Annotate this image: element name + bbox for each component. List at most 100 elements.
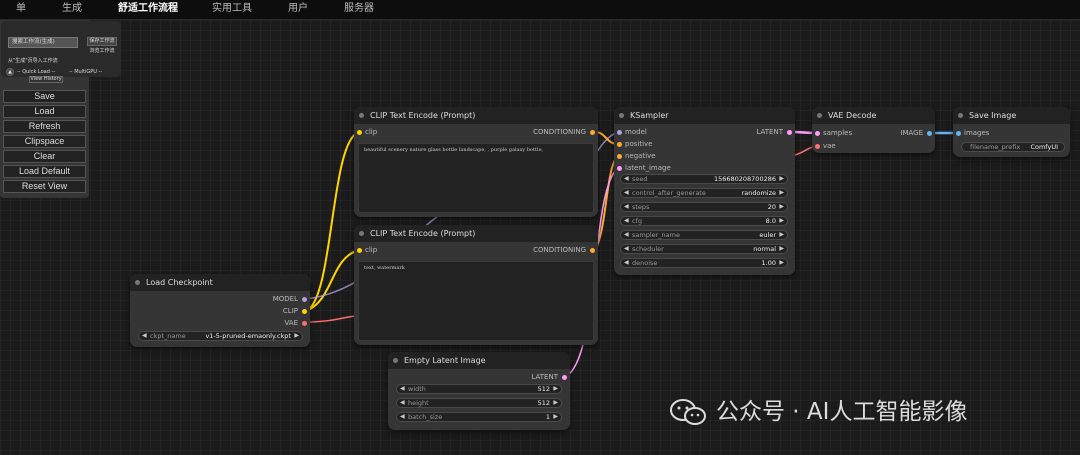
load-button[interactable]: Load xyxy=(3,105,86,118)
arrow-right-icon[interactable]: ▶ xyxy=(553,385,558,393)
node-title[interactable]: KSampler xyxy=(614,107,795,124)
arrow-left-icon[interactable]: ◀ xyxy=(624,259,629,267)
node-clip-text-encode-negative[interactable]: CLIP Text Encode (Prompt) clip CONDITION… xyxy=(354,225,598,345)
output-slot-dot-icon[interactable] xyxy=(302,321,307,326)
node-ksampler[interactable]: KSampler model positive negative latent_… xyxy=(614,107,795,275)
refresh-button[interactable]: Refresh xyxy=(3,120,86,133)
view-history-button[interactable]: View History xyxy=(29,76,63,83)
wechat-icon xyxy=(670,399,706,425)
arrow-left-icon[interactable]: ◀ xyxy=(624,189,629,197)
widget-batch-size[interactable]: ◀ batch_size 1 ▶ xyxy=(396,412,562,422)
clear-button[interactable]: Clear xyxy=(3,150,86,163)
widget-width[interactable]: ◀ width 512 ▶ xyxy=(396,384,562,394)
multigpu-select[interactable]: -- MultiGPU -- xyxy=(69,69,102,76)
arrow-left-icon[interactable]: ◀ xyxy=(624,245,629,253)
widget-height[interactable]: ◀ height 512 ▶ xyxy=(396,398,562,408)
widget-steps[interactable]: ◀ steps 20 ▶ xyxy=(620,202,788,212)
node-title[interactable]: Save Image xyxy=(953,107,1070,124)
widget-denoise[interactable]: ◀ denoise 1.00 ▶ xyxy=(620,258,788,268)
widget-value: euler xyxy=(759,231,776,239)
arrow-right-icon[interactable]: ▶ xyxy=(779,203,784,211)
widget-name: scheduler xyxy=(632,245,664,253)
collapse-dot-icon[interactable] xyxy=(393,358,398,363)
arrow-left-icon[interactable]: ◀ xyxy=(624,203,629,211)
workflow-panel: 搜索工作流(生成) 保存工作流 浏览工作流 从"生成"页导入工作流 ▲ -- Q… xyxy=(1,21,121,83)
output-slot-dot-icon[interactable] xyxy=(590,130,595,135)
input-slot-dot-icon[interactable] xyxy=(815,131,820,136)
widget-value: randomize xyxy=(741,189,776,197)
clipspace-button[interactable]: Clipspace xyxy=(3,135,86,148)
widget-ckpt-name[interactable]: ◀ ckpt_name v1-5-pruned-emaonly.ckpt ▶ xyxy=(138,331,303,341)
arrow-left-icon[interactable]: ◀ xyxy=(142,332,147,340)
arrow-left-icon[interactable]: ◀ xyxy=(400,385,405,393)
node-vae-decode[interactable]: VAE Decode samples vae IMAGE xyxy=(812,107,935,153)
output-slot-dot-icon[interactable] xyxy=(562,375,567,380)
arrow-right-icon[interactable]: ▶ xyxy=(553,413,558,421)
collapse-dot-icon[interactable] xyxy=(958,113,963,118)
widget-cfg[interactable]: ◀ cfg 8.0 ▶ xyxy=(620,216,788,226)
widget-name: control_after_generate xyxy=(632,189,706,197)
reset-view-button[interactable]: Reset View xyxy=(3,180,86,193)
node-clip-text-encode-positive[interactable]: CLIP Text Encode (Prompt) clip CONDITION… xyxy=(354,107,598,217)
collapse-dot-icon[interactable] xyxy=(359,113,364,118)
input-slot-dot-icon[interactable] xyxy=(815,144,820,149)
import-workflow-link[interactable]: 从"生成"页导入工作流 xyxy=(8,58,58,65)
arrow-right-icon[interactable]: ▶ xyxy=(779,189,784,197)
widget-sampler-name[interactable]: ◀ sampler_name euler ▶ xyxy=(620,230,788,240)
save-button[interactable]: Save xyxy=(3,90,86,103)
node-title[interactable]: Load Checkpoint xyxy=(130,274,310,291)
arrow-left-icon[interactable]: ◀ xyxy=(624,231,629,239)
output-slot-dot-icon[interactable] xyxy=(302,309,307,314)
prompt-textarea[interactable]: beautiful scenery nature glass bottle la… xyxy=(358,143,594,213)
input-slot-dot-icon[interactable] xyxy=(617,142,622,147)
output-slot-dot-icon[interactable] xyxy=(302,297,307,302)
collapse-dot-icon[interactable] xyxy=(359,231,364,236)
widget-filename-prefix[interactable]: filename_prefix ComfyUI xyxy=(961,142,1065,152)
node-title[interactable]: Empty Latent Image xyxy=(388,352,570,369)
arrow-right-icon[interactable]: ▶ xyxy=(553,399,558,407)
output-slot-dot-icon[interactable] xyxy=(927,131,932,136)
arrow-right-icon[interactable]: ▶ xyxy=(779,259,784,267)
widget-name: width xyxy=(408,385,426,393)
load-default-button[interactable]: Load Default xyxy=(3,165,86,178)
arrow-left-icon[interactable]: ◀ xyxy=(624,175,629,183)
arrow-right-icon[interactable]: ▶ xyxy=(779,231,784,239)
widget-control-after-generate[interactable]: ◀ control_after_generate randomize ▶ xyxy=(620,188,788,198)
output-label-latent: LATENT xyxy=(756,128,783,136)
node-empty-latent-image[interactable]: Empty Latent Image LATENT ◀ width 512 ▶ … xyxy=(388,352,570,430)
collapse-dot-icon[interactable] xyxy=(135,280,140,285)
node-save-image[interactable]: Save Image images filename_prefix ComfyU… xyxy=(953,107,1070,157)
input-label-negative: negative xyxy=(625,152,656,160)
input-slot-dot-icon[interactable] xyxy=(357,248,362,253)
widget-seed[interactable]: ◀ seed 156680208700286 ▶ xyxy=(620,174,788,184)
arrow-left-icon[interactable]: ◀ xyxy=(624,217,629,225)
input-slot-dot-icon[interactable] xyxy=(617,154,622,159)
input-slot-dot-icon[interactable] xyxy=(956,131,961,136)
user-icon[interactable]: ▲ xyxy=(6,68,14,76)
browse-workflow-button[interactable]: 浏览工作流 xyxy=(87,48,117,57)
prompt-textarea[interactable]: text, watermark xyxy=(358,261,594,341)
widget-scheduler[interactable]: ◀ scheduler normal ▶ xyxy=(620,244,788,254)
arrow-left-icon[interactable]: ◀ xyxy=(400,413,405,421)
arrow-right-icon[interactable]: ▶ xyxy=(294,332,299,340)
arrow-right-icon[interactable]: ▶ xyxy=(779,175,784,183)
collapse-dot-icon[interactable] xyxy=(619,113,624,118)
quick-load-select[interactable]: -- Quick Load -- xyxy=(17,69,55,76)
input-slot-dot-icon[interactable] xyxy=(617,130,622,135)
node-title[interactable]: CLIP Text Encode (Prompt) xyxy=(354,225,598,242)
widget-name: sampler_name xyxy=(632,231,680,239)
input-slot-dot-icon[interactable] xyxy=(357,130,362,135)
arrow-right-icon[interactable]: ▶ xyxy=(779,245,784,253)
workflow-search-input[interactable]: 搜索工作流(生成) xyxy=(8,37,78,48)
node-title[interactable]: CLIP Text Encode (Prompt) xyxy=(354,107,598,124)
node-load-checkpoint[interactable]: Load Checkpoint MODEL CLIP VAE ◀ ckpt_na… xyxy=(130,274,310,347)
widget-name: denoise xyxy=(632,259,658,267)
node-title[interactable]: VAE Decode xyxy=(812,107,935,124)
collapse-dot-icon[interactable] xyxy=(817,113,822,118)
arrow-right-icon[interactable]: ▶ xyxy=(779,217,784,225)
output-slot-dot-icon[interactable] xyxy=(590,248,595,253)
save-workflow-button[interactable]: 保存工作流 xyxy=(87,37,117,46)
input-slot-dot-icon[interactable] xyxy=(617,166,622,171)
output-slot-dot-icon[interactable] xyxy=(787,130,792,135)
arrow-left-icon[interactable]: ◀ xyxy=(400,399,405,407)
